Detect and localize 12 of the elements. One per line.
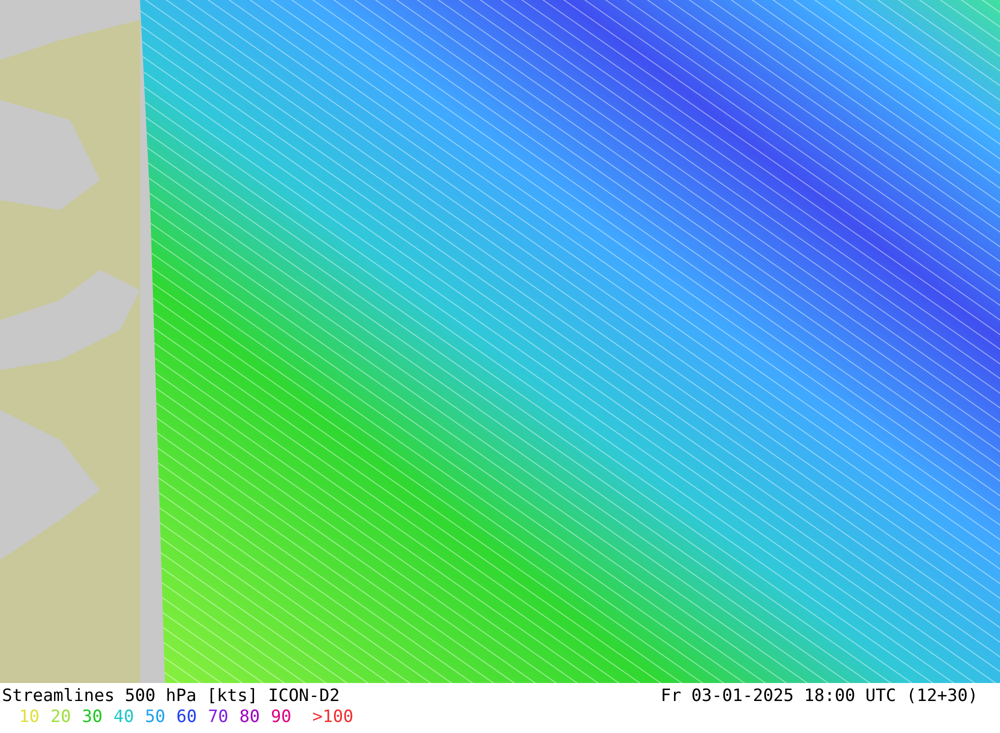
legend-label: 30 [82,709,102,726]
valid-time: Fr 03-01-2025 18:00 UTC (12+30) [660,688,978,704]
legend-label: 20 [50,709,71,726]
legend-label: >100 [312,709,354,726]
legend-label: 10 [19,709,40,726]
map-title: Streamlines 500 hPa [kts] ICON-D2 [2,688,340,704]
legend-label: 90 [270,709,292,726]
legend-label: 40 [113,709,134,726]
legend-label: 80 [239,709,260,726]
legend-label: 50 [144,709,166,726]
legend-label: 70 [208,709,228,726]
legend-label: 60 [176,709,197,726]
